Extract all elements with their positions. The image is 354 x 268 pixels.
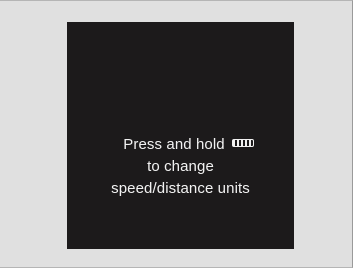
message-line-2: to change [147, 158, 214, 175]
display-message: Press and hold to change speed/distance … [67, 134, 294, 200]
message-line-1: Press and hold [75, 134, 302, 156]
message-line-1-text: Press and hold [123, 136, 225, 153]
message-line-3: speed/distance units [111, 180, 250, 197]
instrument-display: Press and hold to change speed/distance … [67, 22, 294, 249]
steering-button-icon [231, 139, 254, 148]
figure-frame: Press and hold to change speed/distance … [0, 0, 353, 268]
